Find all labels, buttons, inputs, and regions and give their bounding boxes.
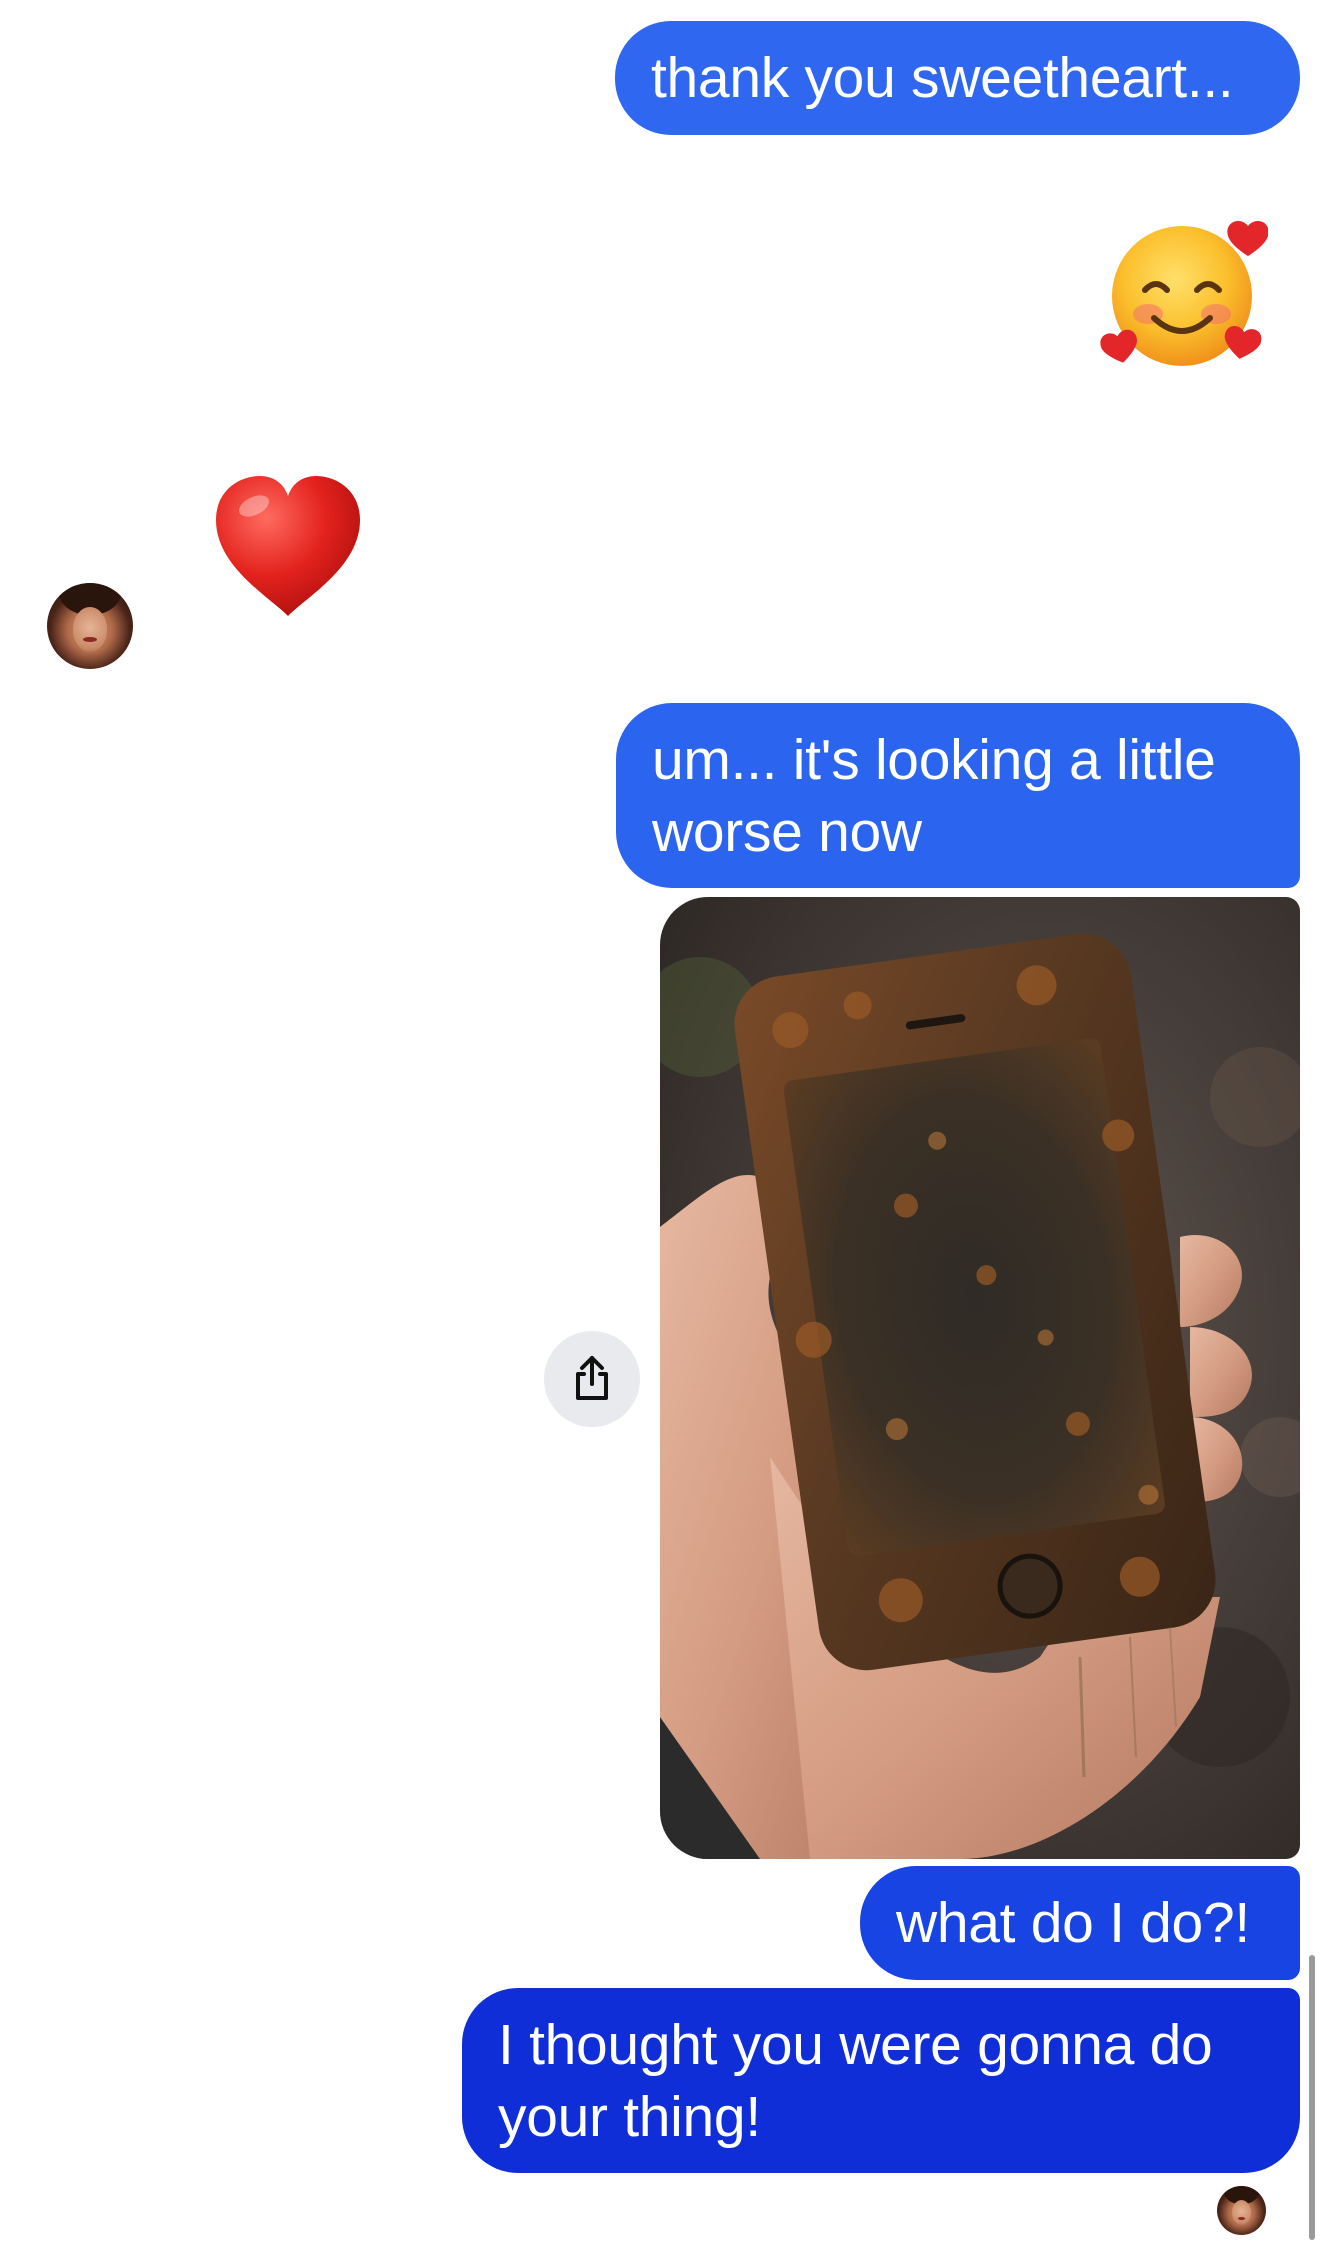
message-text: what do I do?! xyxy=(896,1891,1250,1955)
scrollbar[interactable] xyxy=(1309,1955,1315,2240)
message-text-line: your thing! xyxy=(498,2085,761,2149)
message-text-line: I thought you were gonna do xyxy=(498,2013,1213,2077)
avatar-lips xyxy=(1237,2216,1246,2220)
share-icon xyxy=(576,1356,608,1400)
photo-message[interactable] xyxy=(660,897,1300,1859)
message-text-line: um... it's looking a little xyxy=(652,728,1216,792)
message-bubble-outgoing[interactable]: I thought you were gonna do your thing! xyxy=(462,1988,1300,2173)
message-bubble-outgoing[interactable]: um... it's looking a little worse now xyxy=(616,703,1300,888)
avatar-face xyxy=(72,607,108,652)
read-receipt-avatar xyxy=(1217,2186,1266,2235)
contact-avatar[interactable] xyxy=(47,583,133,669)
red-heart-icon xyxy=(216,476,360,616)
emoji-message-incoming[interactable] xyxy=(208,470,368,630)
message-text: thank you sweetheart... xyxy=(651,46,1234,110)
share-button[interactable] xyxy=(544,1331,640,1427)
message-bubble-outgoing[interactable]: thank you sweetheart... xyxy=(615,21,1300,135)
photo-of-muddy-rusted-phone xyxy=(660,897,1300,1859)
emoji-message-outgoing[interactable] xyxy=(1098,208,1269,378)
message-bubble-outgoing[interactable]: what do I do?! xyxy=(860,1866,1300,1980)
smiling-face-with-hearts-icon xyxy=(1100,221,1269,366)
message-text-line: worse now xyxy=(652,800,922,864)
